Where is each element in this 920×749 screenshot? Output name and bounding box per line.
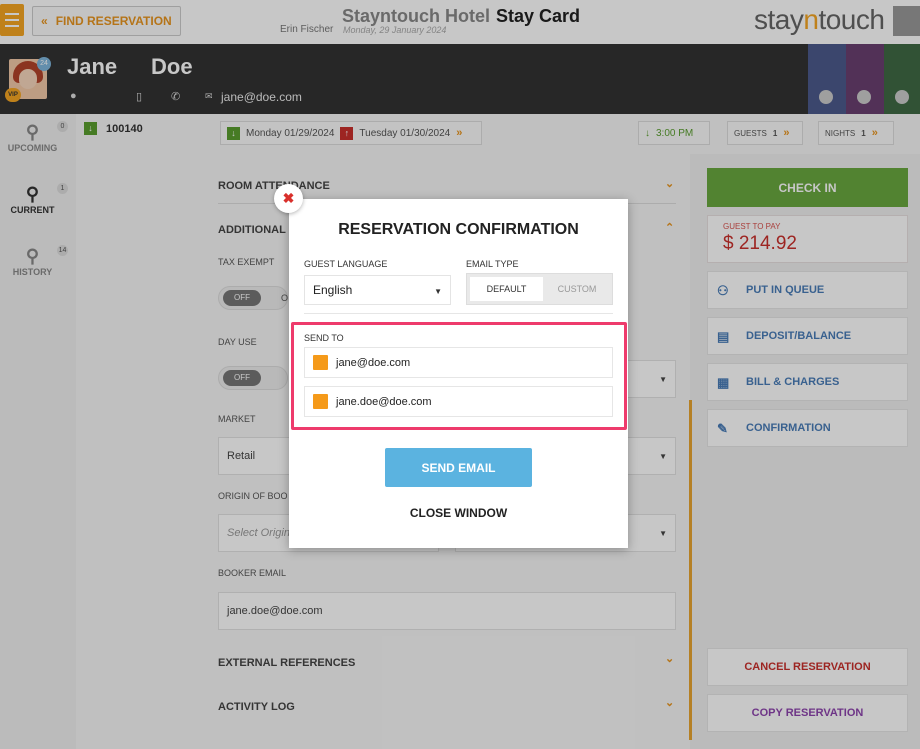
divider [304, 313, 613, 314]
guest-language-label: GUEST LANGUAGE [304, 259, 388, 269]
email-type-custom[interactable]: CUSTOM [543, 277, 611, 301]
caret-down-icon: ▼ [434, 287, 442, 296]
email-type-toggle: DEFAULT CUSTOM [466, 273, 613, 305]
close-window-button[interactable]: CLOSE WINDOW [289, 506, 628, 520]
send-to-highlight [291, 322, 627, 430]
close-icon[interactable]: ✖ [274, 184, 303, 213]
modal-title: RESERVATION CONFIRMATION [338, 221, 579, 238]
email-type-default[interactable]: DEFAULT [470, 277, 543, 301]
email-type-label: EMAIL TYPE [466, 259, 519, 269]
guest-language-select[interactable]: English ▼ [304, 275, 451, 305]
send-email-button[interactable]: SEND EMAIL [385, 448, 532, 487]
